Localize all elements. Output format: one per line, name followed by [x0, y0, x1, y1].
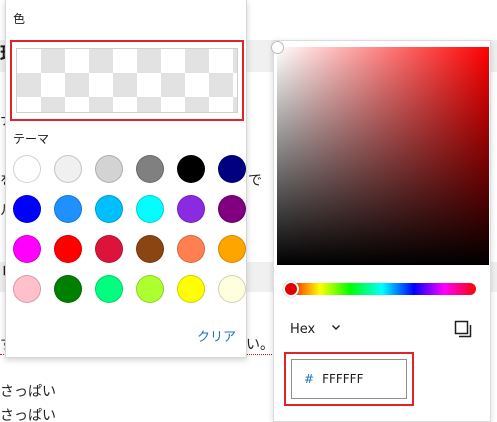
document-text-fragment: い。: [246, 337, 274, 355]
swatch-blue[interactable]: [13, 195, 41, 223]
swatch-saddle-brown[interactable]: [136, 235, 164, 263]
copy-icon[interactable]: [454, 320, 472, 338]
saturation-value-handle[interactable]: [271, 41, 284, 54]
swatch-orange[interactable]: [218, 235, 246, 263]
swatch-coral[interactable]: [177, 235, 205, 263]
swatch-gray[interactable]: [136, 155, 164, 183]
chevron-down-icon[interactable]: [331, 321, 341, 335]
clear-button[interactable]: クリア: [197, 326, 236, 345]
color-format-select[interactable]: Hex: [290, 322, 315, 337]
color-picker-panel: Hex # FFFFFF: [271, 40, 491, 422]
color-popover: 色 テーマ クリア: [5, 0, 247, 358]
document-list-item: さっぱい: [0, 384, 56, 400]
hex-input-highlight: # FFFFFF: [284, 352, 414, 406]
swatch-white[interactable]: [13, 155, 41, 183]
swatch-magenta[interactable]: [13, 235, 41, 263]
swatch-pink[interactable]: [13, 275, 41, 303]
swatch-black[interactable]: [177, 155, 205, 183]
swatch-silver[interactable]: [95, 155, 123, 183]
swatch-dodger-blue[interactable]: [54, 195, 82, 223]
swatch-blue-violet[interactable]: [177, 195, 205, 223]
color-preview[interactable]: [16, 48, 238, 113]
swatch-deep-sky-blue[interactable]: [95, 195, 123, 223]
swatch-yellow[interactable]: [177, 275, 205, 303]
swatch-grid: [13, 155, 246, 303]
swatch-light-yellow[interactable]: [218, 275, 246, 303]
swatch-green-yellow[interactable]: [136, 275, 164, 303]
document-text-fragment: で: [248, 173, 262, 189]
saturation-value-area[interactable]: [271, 41, 489, 265]
swatch-cyan[interactable]: [136, 195, 164, 223]
hex-value: FFFFFF: [322, 372, 364, 386]
hue-slider-handle[interactable]: [283, 281, 299, 297]
hex-input[interactable]: # FFFFFF: [291, 359, 407, 399]
color-preview-highlight: [10, 40, 244, 121]
swatch-light-gray[interactable]: [54, 155, 82, 183]
theme-label: テーマ: [13, 132, 50, 146]
swatch-spring-green[interactable]: [95, 275, 123, 303]
swatch-navy[interactable]: [218, 155, 246, 183]
hue-slider[interactable]: [283, 281, 476, 297]
hash-prefix: #: [304, 372, 315, 386]
color-title: 色: [13, 12, 26, 26]
swatch-crimson[interactable]: [95, 235, 123, 263]
swatch-green[interactable]: [54, 275, 82, 303]
swatch-purple[interactable]: [218, 195, 246, 223]
swatch-red[interactable]: [54, 235, 82, 263]
document-list-item: さっぱい: [0, 408, 56, 422]
